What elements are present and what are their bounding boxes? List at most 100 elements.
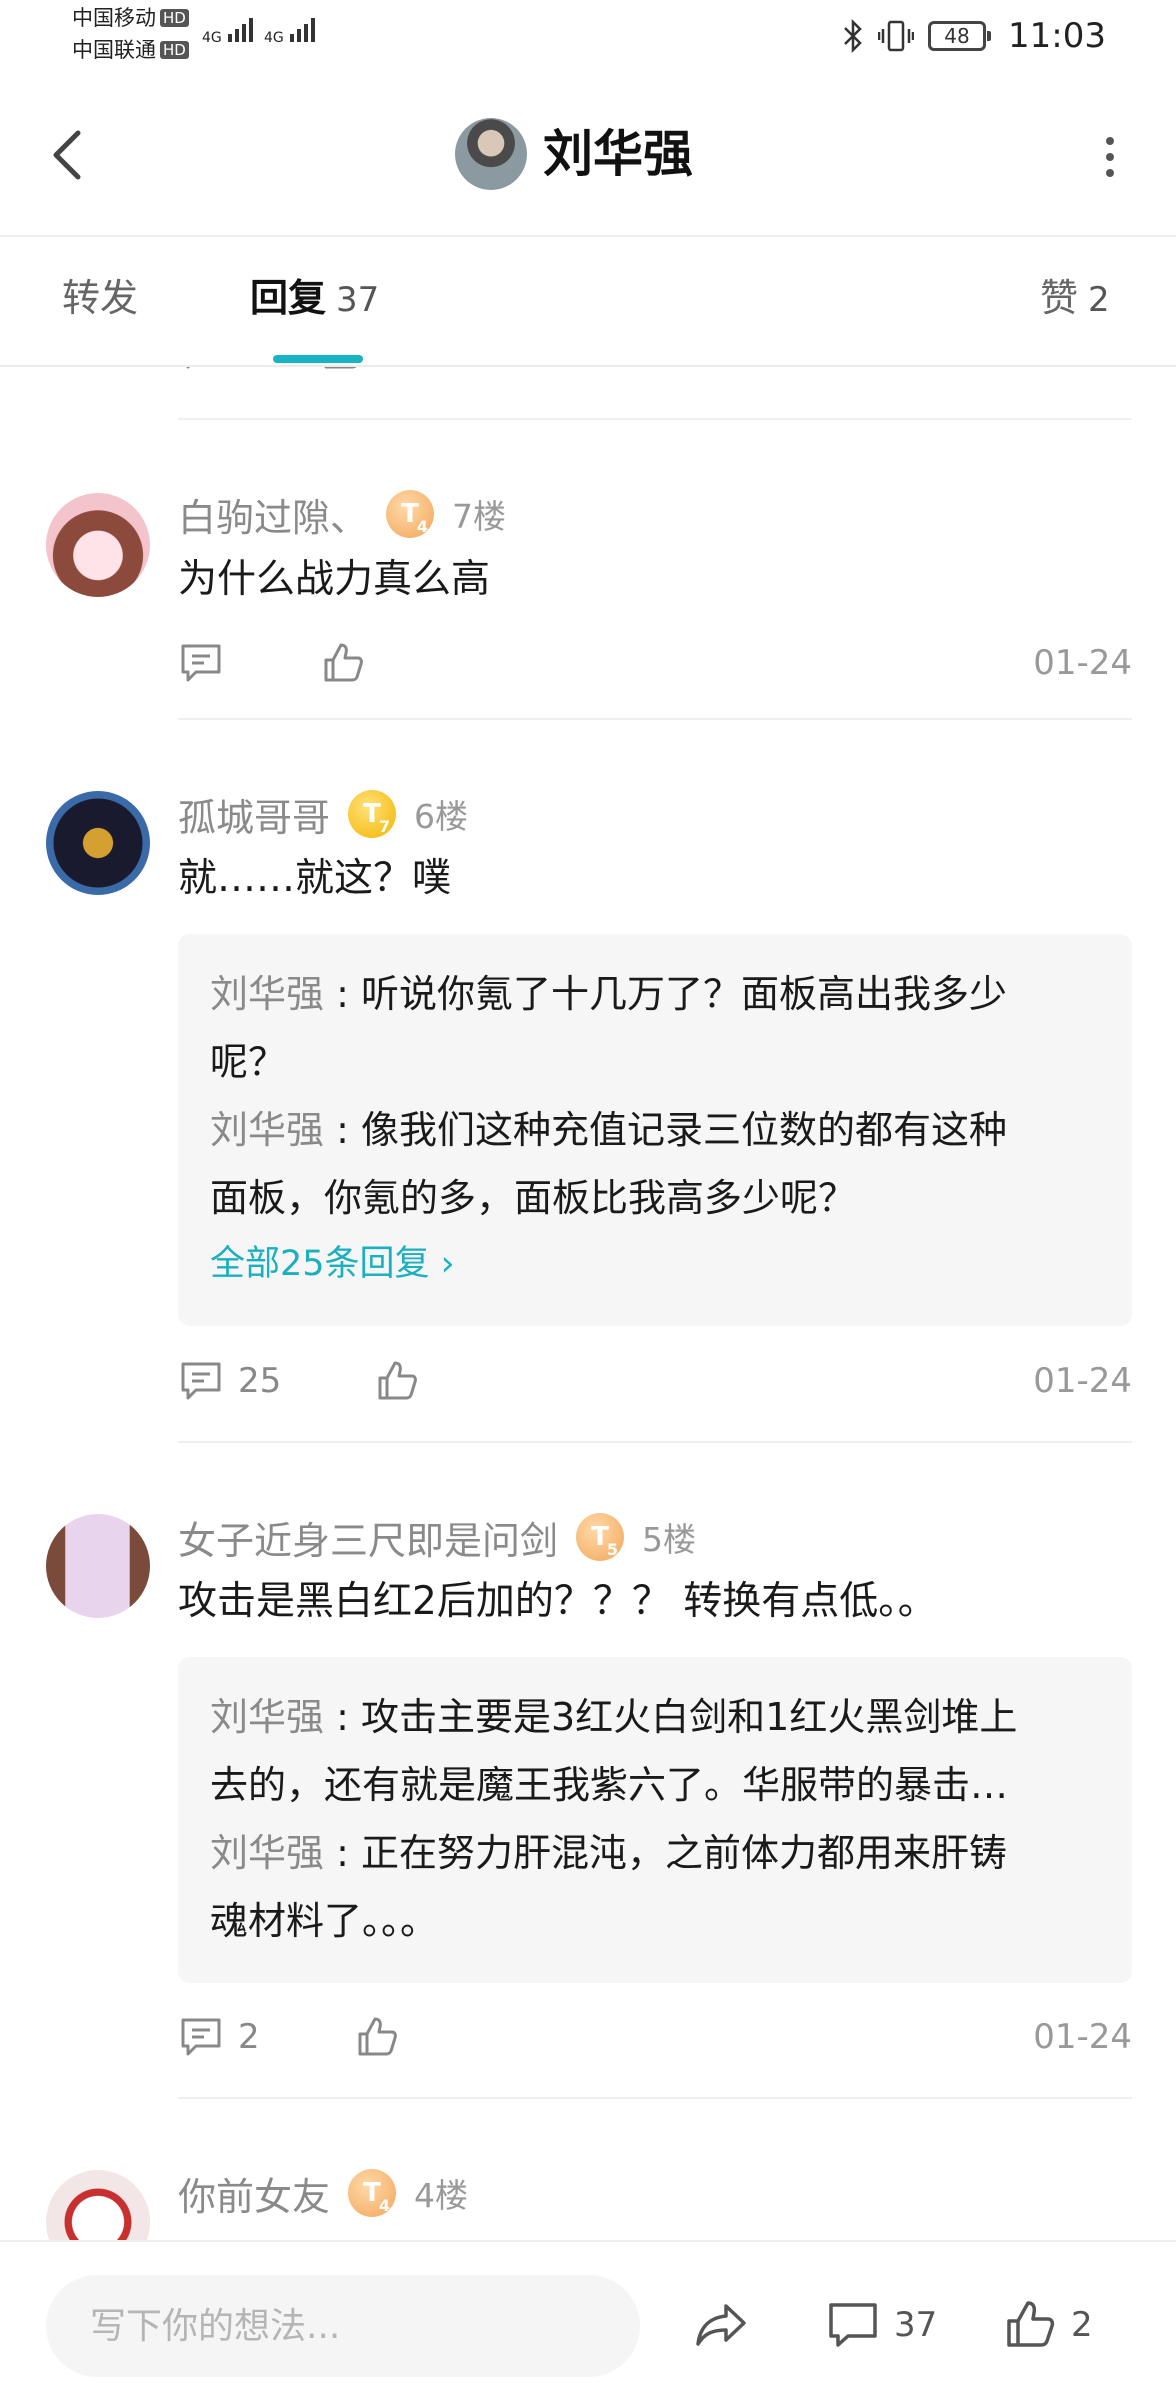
badge-level: 4 (416, 517, 429, 536)
battery-icon: 48 (928, 21, 992, 51)
comment-date: 01-24 (1033, 643, 1132, 683)
page-title: 刘华强 (543, 125, 693, 183)
floor-number: 4楼 (414, 2176, 469, 2215)
username[interactable]: 孤城哥哥 (178, 787, 330, 842)
tab-active-indicator (273, 355, 363, 363)
reply-button[interactable]: 25 (178, 1353, 281, 1409)
comment-header: 你前女友 T4 4楼 (178, 2166, 468, 2220)
network-type-1: 4G (202, 30, 222, 46)
signal-bars-icon (228, 16, 254, 42)
thumbs-up-icon (358, 2017, 397, 2056)
signal-2: 4G (264, 16, 316, 46)
thumbs-up-icon (1007, 2301, 1055, 2347)
like-button[interactable] (354, 2009, 400, 2065)
username[interactable]: 女子近身三尺即是问剑 (178, 1510, 558, 1565)
bottom-bar: 37 2 (0, 2240, 1176, 2400)
status-bar: 中国移动 HD 中国联通 HD 4G 4G 48 11:03 (0, 0, 1176, 75)
comment-header: 女子近身三尺即是问剑 T5 5楼 (178, 1510, 696, 1564)
signal-1: 4G (202, 16, 254, 46)
carrier-1: 中国移动 HD (72, 6, 189, 30)
reply-username[interactable]: 刘华强 (210, 1108, 324, 1152)
carrier-1-label: 中国移动 (72, 6, 156, 30)
badge-level: 7 (378, 817, 391, 836)
badge-level: 5 (606, 1540, 619, 1559)
comments-button[interactable]: 37 (826, 2290, 937, 2360)
comment-text: 为什么战力真么高 (178, 557, 491, 602)
comment-icon[interactable] (178, 367, 224, 373)
reply-username[interactable]: 刘华强 (210, 1695, 324, 1739)
comment-icon (181, 2018, 221, 2056)
hd-badge: HD (160, 41, 189, 59)
reply-text-cont: 面板，你氪的多，面板比我高多少呢？ (210, 1176, 857, 1220)
more-vertical-icon[interactable] (1104, 137, 1116, 177)
share-icon (696, 2304, 746, 2346)
comment-feed[interactable]: 01-24 白驹过隙、 T4 7楼 为什么战力真么高 01-24 (0, 367, 1176, 2240)
reply-text: 正在努力肝混沌，之前体力都用来肝铸 (360, 1831, 1007, 1875)
reply-text-cont: 魂材料了。。。 (210, 1899, 439, 1943)
reply-item: 刘华强 : 正在努力肝混沌，之前体力都用来肝铸 魂材料了。。。 (210, 1831, 1007, 1943)
bluetooth-icon (844, 19, 862, 53)
comment-icon (181, 644, 221, 682)
tab-likes-label: 赞 (1040, 276, 1079, 320)
avatar[interactable] (46, 791, 150, 895)
reply-button[interactable]: 2 (178, 2009, 260, 2065)
reply-button[interactable] (178, 635, 224, 691)
username[interactable]: 白驹过隙、 (178, 487, 368, 542)
divider (178, 1441, 1132, 1443)
like-button[interactable] (374, 1353, 420, 1409)
back-arrow-icon[interactable] (44, 125, 94, 185)
reply-item: 刘华强 : 听说你氪了十几万了？面板高出我多少 呢？ (210, 972, 1007, 1084)
reply-count: 2 (238, 2017, 260, 2057)
comment-date: 01-24 (1033, 367, 1132, 383)
tab-replies[interactable]: 回复 37 (250, 273, 379, 325)
header: 刘华强 (0, 75, 1176, 237)
reply-username[interactable]: 刘华强 (210, 972, 324, 1016)
badge-level: 4 (378, 2196, 391, 2215)
comment-count: 37 (894, 2305, 938, 2345)
reply-text: 听说你氪了十几万了？面板高出我多少 (360, 972, 1007, 1016)
reply-preview[interactable]: 刘华强 : 攻击主要是3红火白剑和1红火黑剑堆上 去的，还有就是魔王我紫六了。华… (178, 1657, 1132, 1983)
comment-header: 白驹过隙、 T4 7楼 (178, 487, 506, 541)
avatar[interactable] (46, 2170, 150, 2240)
partial-action-row: 01-24 (0, 367, 1176, 387)
like-count: 2 (1071, 2305, 1093, 2345)
avatar[interactable] (455, 118, 527, 190)
thumbs-up-icon (378, 1361, 417, 1400)
tab-reposts[interactable]: 转发 (62, 273, 138, 323)
comment-text: 就……就这？噗 (178, 856, 452, 901)
divider (178, 718, 1132, 720)
comment-input[interactable] (46, 2275, 640, 2377)
like-button[interactable]: 2 (1003, 2290, 1093, 2360)
tab-replies-count: 37 (336, 280, 380, 320)
level-badge-icon: T4 (386, 490, 435, 538)
floor-number: 5楼 (642, 1520, 697, 1559)
divider (178, 2097, 1132, 2099)
tab-reposts-label: 转发 (62, 276, 139, 320)
tab-bar: 转发 回复 37 赞2 (0, 237, 1176, 367)
reply-count: 25 (238, 1361, 282, 1401)
comment-icon (181, 1362, 221, 1400)
tab-likes[interactable]: 赞2 (1040, 273, 1110, 325)
tab-replies-label: 回复 (250, 276, 327, 320)
carrier-2: 中国联通 HD (72, 38, 189, 62)
reply-username[interactable]: 刘华强 (210, 1831, 324, 1875)
reply-text-cont: 去的，还有就是魔王我紫六了。华服带的暴击… (210, 1763, 1009, 1807)
level-badge-icon: T7 (348, 790, 397, 838)
reply-text: 像我们这种充值记录三位数的都有这种 (360, 1108, 1007, 1152)
like-button[interactable] (320, 635, 366, 691)
comment-actions: 2 01-24 (178, 2009, 1132, 2065)
username[interactable]: 你前女友 (178, 2166, 330, 2221)
share-button[interactable] (692, 2290, 750, 2360)
avatar[interactable] (46, 1514, 150, 1618)
signal-bars-icon (290, 16, 316, 42)
reply-text: 攻击主要是3红火白剑和1红火黑剑堆上 (360, 1695, 1018, 1739)
floor-number: 7楼 (452, 497, 507, 536)
reply-text-cont: 呢？ (210, 1040, 287, 1084)
reply-preview[interactable]: 刘华强 : 听说你氪了十几万了？面板高出我多少 呢？ 刘华强 : 像我们这种充值… (178, 934, 1132, 1326)
reply-item: 刘华强 : 攻击主要是3红火白剑和1红火黑剑堆上 去的，还有就是魔王我紫六了。华… (210, 1695, 1018, 1807)
thumbs-up-icon[interactable] (320, 367, 366, 373)
comment-date: 01-24 (1033, 2017, 1132, 2057)
avatar[interactable] (46, 493, 150, 597)
all-replies-link[interactable]: 全部25条回复 › (210, 1236, 1100, 1292)
comment-icon (829, 2303, 877, 2347)
